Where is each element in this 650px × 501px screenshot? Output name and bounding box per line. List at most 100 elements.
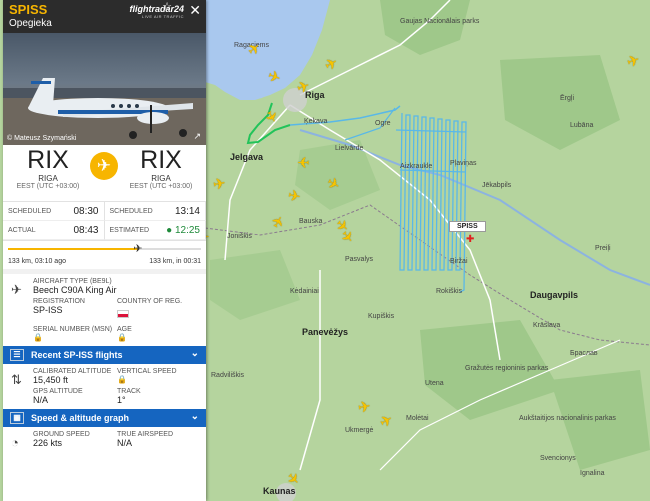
gps-altitude-label: GPS ALTITUDE (33, 388, 83, 395)
country-label: COUNTRY OF REG. (117, 298, 183, 305)
altitude-icon: ⇅ (11, 372, 22, 387)
map-label-preili: Preiļi (595, 245, 611, 252)
track-value: 1° (117, 395, 126, 405)
recent-flights-label: Recent SP-ISS flights (31, 350, 123, 360)
map-label-kupiskis: Kupiškis (368, 313, 395, 320)
map-label-utena: Utena (425, 380, 444, 387)
list-icon: ☰ (10, 349, 24, 361)
map-label-svencionys: Svencionys (540, 455, 576, 462)
scheduled-arrival: 13:14 (174, 205, 200, 217)
registration-value: SP-ISS (33, 305, 63, 315)
distance-remaining: 133 km, in 00:31 (149, 258, 201, 265)
city-label-panevezys: Panevėžys (302, 327, 349, 337)
ground-speed-value: 226 kts (33, 438, 63, 448)
map-label-pasvalys: Pasvalys (345, 256, 374, 263)
gps-altitude-value: N/A (33, 395, 49, 405)
map-label-jekabpils: Jēkabpils (482, 182, 512, 189)
progress-fill (8, 248, 140, 250)
scheduled-label: SCHEDULED (109, 207, 153, 215)
scheduled-label: SCHEDULED (8, 207, 52, 215)
photo-credit[interactable]: © Mateusz Szymański (7, 135, 76, 142)
map-label-birzai: Biržai (450, 258, 468, 265)
svg-text:✚: ✚ (466, 234, 474, 245)
lock-icon[interactable]: 🔒 (117, 375, 201, 384)
calibrated-altitude-value: 15,450 ft (33, 375, 69, 385)
estimated-arrival: ● 12:25 (166, 224, 200, 236)
vertical-speed-label: VERTICAL SPEED (117, 368, 177, 375)
ground-speed-label: GROUND SPEED (33, 431, 90, 438)
destination-airport[interactable]: RIX RIGA EEST (UTC +03:00) (116, 147, 206, 191)
scheduled-departure: 08:30 (73, 205, 99, 217)
progress-plane-icon: ✈ (133, 243, 143, 255)
aircraft-icon[interactable]: ✈ (212, 174, 227, 194)
map-label-lielvarde: Lielvārde (335, 145, 364, 152)
aircraft-type-value: Beech C90A King Air (33, 285, 117, 295)
aircraft-type-code: (BE9L) (89, 278, 112, 285)
close-icon[interactable]: ✕ (189, 2, 201, 19)
map-label-ogre: Ogre (375, 120, 391, 127)
map-label-aukstaitija: Aukštaitijos nacionalinis parkas (519, 415, 616, 422)
lock-icon[interactable]: 🔒 (117, 333, 201, 342)
registration-label: REGISTRATION (33, 298, 85, 305)
map-label-kekava: Ķekava (304, 118, 328, 125)
graph-icon: ▦ (10, 412, 24, 424)
map-label-ergli: Ērgļi (560, 95, 575, 102)
map-label-aizkraukle: Aizkraukle (400, 163, 433, 170)
distance-flown: 133 km, 03:10 ago (8, 258, 66, 265)
map-label-bauska: Bauska (299, 218, 323, 225)
map-label-rokiskis: Rokiškis (436, 288, 463, 295)
map-label-ukmerge: Ukmergė (345, 427, 374, 434)
map-label-joniskis: Joniškis (227, 233, 252, 240)
map-label-ignalina: Ignalina (580, 470, 605, 477)
speedometer-icon: ◔ (11, 435, 19, 450)
speed-graph-bar[interactable]: ▦ Speed & altitude graph ⌄ (3, 409, 206, 427)
airplane-icon: ✈ (11, 282, 22, 297)
star-icon[interactable]: ☆ (162, 0, 172, 13)
panel-header: SPISS Opegieka ☆ flightradar24 LIVE AIR … (3, 0, 206, 33)
aircraft-type-label: AIRCRAFT TYPE (33, 278, 88, 285)
schedule-times: SCHEDULED 08:30 SCHEDULED 13:14 ACTUAL 08:4… (3, 202, 206, 241)
speed-info: ◔ GROUND SPEED 226 kts TRUE AIRSPEED N/A (3, 427, 206, 452)
map-label-plavinas: Pļaviņas (450, 160, 477, 167)
map-label-lubana: Lubāna (570, 122, 594, 129)
true-airspeed-value: N/A (117, 438, 133, 448)
flight-progress: ✈ 133 km, 03:10 ago 133 km, in 00:31 (3, 241, 206, 269)
aircraft-icon[interactable]: ✈ (297, 153, 310, 171)
city-label-jelgava: Jelgava (230, 152, 264, 162)
speed-graph-label: Speed & altitude graph (31, 413, 130, 423)
plane-icon: ✈ (90, 152, 118, 180)
map-label-kedainiai: Kėdainiai (290, 288, 319, 295)
map-label-radviliskis: Radviliškis (211, 372, 245, 379)
aircraft-icon[interactable]: ✈ (287, 186, 303, 206)
external-link-icon[interactable]: ↗ (193, 131, 201, 142)
estimated-label: ESTIMATED (109, 226, 150, 234)
recent-flights-bar[interactable]: ☰ Recent SP-ISS flights ⌄ (3, 346, 206, 364)
actual-departure: 08:43 (73, 224, 99, 236)
origin-airport[interactable]: RIX RIGA EEST (UTC +03:00) (3, 147, 93, 191)
map-label-braslav: Браслав (570, 350, 598, 357)
actual-label: ACTUAL (8, 226, 36, 234)
flight-info-panel: SPISS Opegieka ☆ flightradar24 LIVE AIR … (3, 0, 206, 501)
true-airspeed-label: TRUE AIRSPEED (117, 431, 174, 438)
aircraft-icon[interactable]: ✈ (357, 397, 372, 417)
route-summary: RIX RIGA EEST (UTC +03:00) ✈ RIX RIGA EE… (3, 145, 206, 202)
map-label-grazute: Gražutės regioninis parkas (465, 365, 549, 372)
lock-icon[interactable]: 🔒 (33, 333, 117, 342)
aircraft-photo-image (3, 78, 206, 145)
calibrated-altitude-label: CALIBRATED ALTITUDE (33, 368, 112, 375)
age-label: AGE (117, 326, 132, 333)
aircraft-photo[interactable]: © Mateusz Szymański ↗ (3, 33, 206, 145)
chevron-down-icon: ⌄ (190, 411, 199, 422)
progress-bar: ✈ (8, 243, 201, 255)
altitude-info: ⇅ CALIBRATED ALTITUDE 15,450 ft VERTICAL… (3, 364, 206, 409)
city-label-daugavpils: Daugavpils (530, 290, 579, 300)
track-label: TRACK (117, 388, 141, 395)
chevron-down-icon: ⌄ (190, 348, 199, 359)
map-label-moletai: Molėtai (406, 415, 429, 422)
aircraft-map-tag[interactable]: SPISS (449, 221, 486, 232)
msn-label: SERIAL NUMBER (MSN) (33, 326, 113, 333)
flightradar24-logo: ☆ flightradar24 LIVE AIR TRAFFIC (129, 1, 184, 19)
map-label-gauja: Gaujas Nacionālais parks (400, 18, 480, 25)
map-label-kraslava: Krāslava (533, 322, 561, 329)
poland-flag-icon (117, 310, 129, 318)
